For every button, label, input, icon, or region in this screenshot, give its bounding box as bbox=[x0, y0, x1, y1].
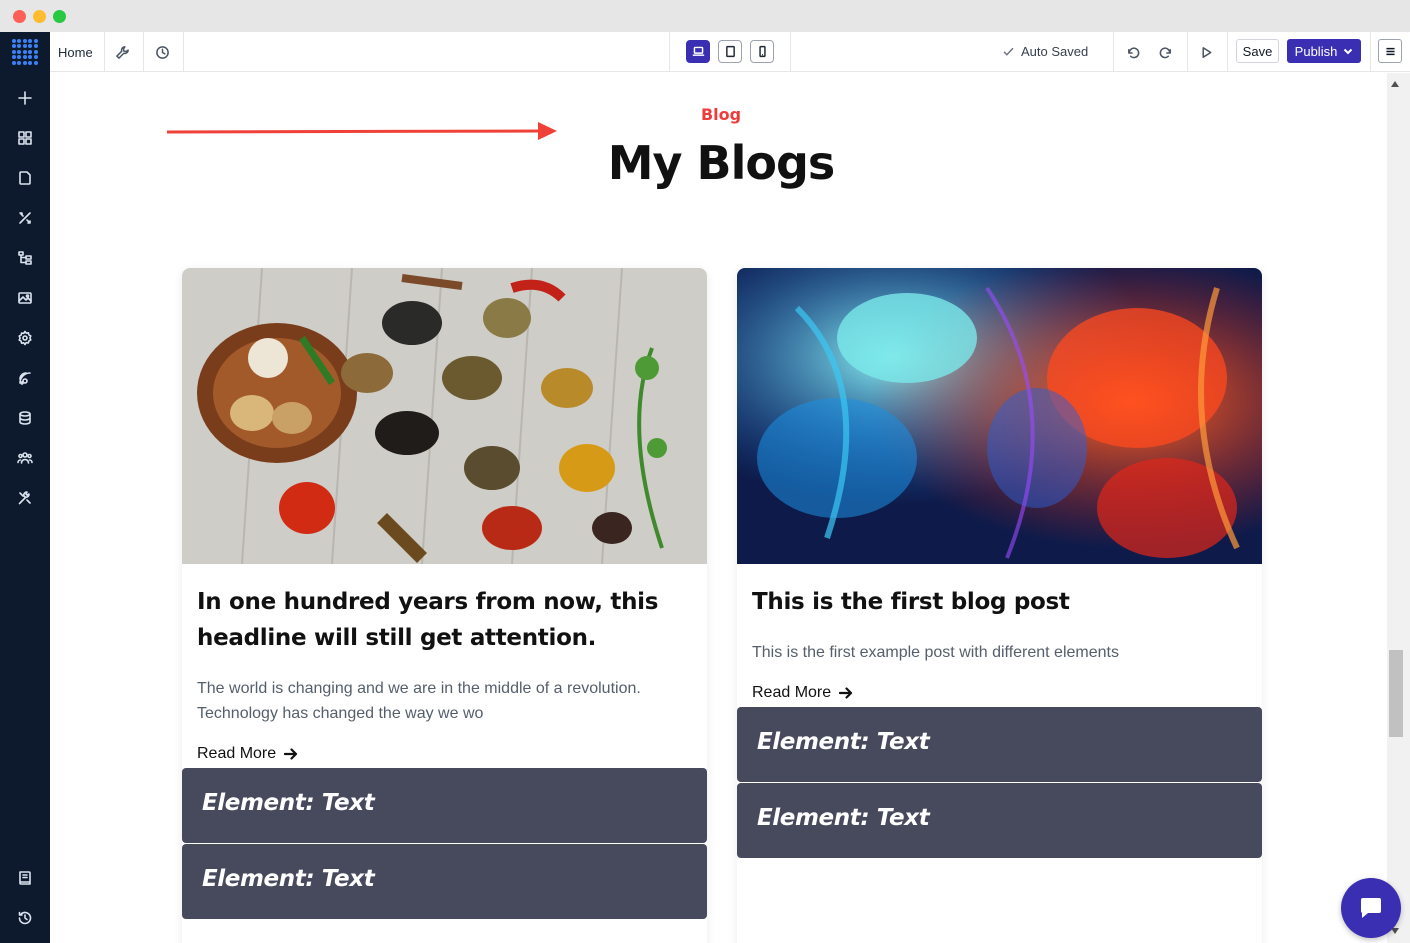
spices-photo bbox=[182, 268, 707, 564]
tablet-icon bbox=[725, 45, 735, 58]
vertical-scrollbar[interactable] bbox=[1387, 73, 1410, 943]
page-icon[interactable] bbox=[13, 166, 37, 190]
scroll-up-icon[interactable] bbox=[1391, 81, 1399, 87]
element-text-label: Element: Text bbox=[202, 790, 375, 816]
clock-icon[interactable] bbox=[152, 42, 172, 62]
blog-card[interactable]: This is the first blog post This is the … bbox=[737, 268, 1262, 943]
structure-icon[interactable] bbox=[13, 246, 37, 270]
colorful-ink-photo bbox=[737, 268, 1262, 564]
hamburger-icon bbox=[1385, 47, 1395, 55]
page-title: My Blogs bbox=[607, 136, 836, 190]
widgets-icon[interactable] bbox=[13, 126, 37, 150]
post-title[interactable]: In one hundred years from now, this head… bbox=[197, 584, 692, 656]
arrow-right-icon bbox=[284, 748, 298, 760]
read-more-link[interactable]: Read More bbox=[752, 684, 853, 702]
auto-saved-label: Auto Saved bbox=[1021, 44, 1089, 59]
close-window-button[interactable] bbox=[13, 10, 26, 23]
maximize-window-button[interactable] bbox=[53, 10, 66, 23]
home-tab[interactable]: Home bbox=[58, 45, 93, 60]
element-text-label: Element: Text bbox=[202, 866, 375, 892]
window-titlebar bbox=[0, 0, 1410, 32]
top-toolbar: Home Auto Saved Save Publish bbox=[50, 32, 1410, 72]
chevron-down-icon bbox=[1344, 48, 1353, 55]
redo-icon[interactable] bbox=[1155, 42, 1175, 62]
users-icon[interactable] bbox=[13, 446, 37, 470]
undo-icon[interactable] bbox=[1123, 42, 1143, 62]
minimize-window-button[interactable] bbox=[33, 10, 46, 23]
element-text-block[interactable]: Element: Text bbox=[737, 783, 1262, 858]
publish-label: Publish bbox=[1294, 43, 1338, 59]
desktop-view-button[interactable] bbox=[686, 40, 710, 63]
settings-gear-icon[interactable] bbox=[13, 326, 37, 350]
database-icon[interactable] bbox=[13, 406, 37, 430]
tablet-view-button[interactable] bbox=[718, 40, 742, 63]
plus-icon[interactable] bbox=[13, 86, 37, 110]
auto-saved-status: Auto Saved bbox=[1002, 44, 1088, 59]
post-title[interactable]: This is the first blog post bbox=[752, 584, 1247, 620]
book-icon[interactable] bbox=[13, 866, 37, 890]
logo-dots-icon bbox=[12, 39, 38, 65]
section-label: Blog bbox=[700, 105, 742, 124]
element-text-block[interactable]: Element: Text bbox=[737, 707, 1262, 782]
design-tools-icon[interactable] bbox=[13, 206, 37, 230]
app-logo[interactable] bbox=[0, 32, 50, 72]
element-text-block[interactable]: Element: Text bbox=[182, 768, 707, 843]
mobile-icon bbox=[758, 45, 766, 58]
laptop-icon bbox=[692, 46, 704, 56]
read-more-label: Read More bbox=[197, 745, 277, 762]
image-icon[interactable] bbox=[13, 286, 37, 310]
wrench-icon[interactable] bbox=[112, 42, 132, 62]
left-sidebar bbox=[0, 32, 50, 943]
element-text-label: Element: Text bbox=[757, 805, 930, 831]
blog-card[interactable]: In one hundred years from now, this head… bbox=[182, 268, 707, 943]
hamburger-menu-button[interactable] bbox=[1378, 39, 1402, 63]
element-text-block[interactable]: Element: Text bbox=[182, 844, 707, 919]
tools-icon[interactable] bbox=[13, 486, 37, 510]
mobile-view-button[interactable] bbox=[750, 40, 774, 63]
element-text-label: Element: Text bbox=[757, 729, 930, 755]
editor-canvas[interactable]: Blog My Blogs In one hundred years from … bbox=[50, 73, 1387, 943]
chat-support-button[interactable] bbox=[1341, 878, 1401, 938]
history-icon[interactable] bbox=[13, 906, 37, 930]
integrations-icon[interactable] bbox=[13, 366, 37, 390]
chat-icon bbox=[1361, 898, 1381, 918]
arrow-right-icon bbox=[839, 687, 853, 699]
save-button[interactable]: Save bbox=[1236, 39, 1279, 63]
check-icon bbox=[1003, 47, 1014, 56]
read-more-link[interactable]: Read More bbox=[197, 745, 298, 763]
scroll-thumb[interactable] bbox=[1389, 650, 1403, 737]
post-excerpt: This is the first example post with diff… bbox=[752, 644, 1119, 661]
play-preview-icon[interactable] bbox=[1196, 42, 1216, 62]
read-more-label: Read More bbox=[752, 684, 832, 701]
publish-button[interactable]: Publish bbox=[1287, 39, 1361, 63]
post-excerpt: The world is changing and we are in the … bbox=[197, 680, 641, 722]
